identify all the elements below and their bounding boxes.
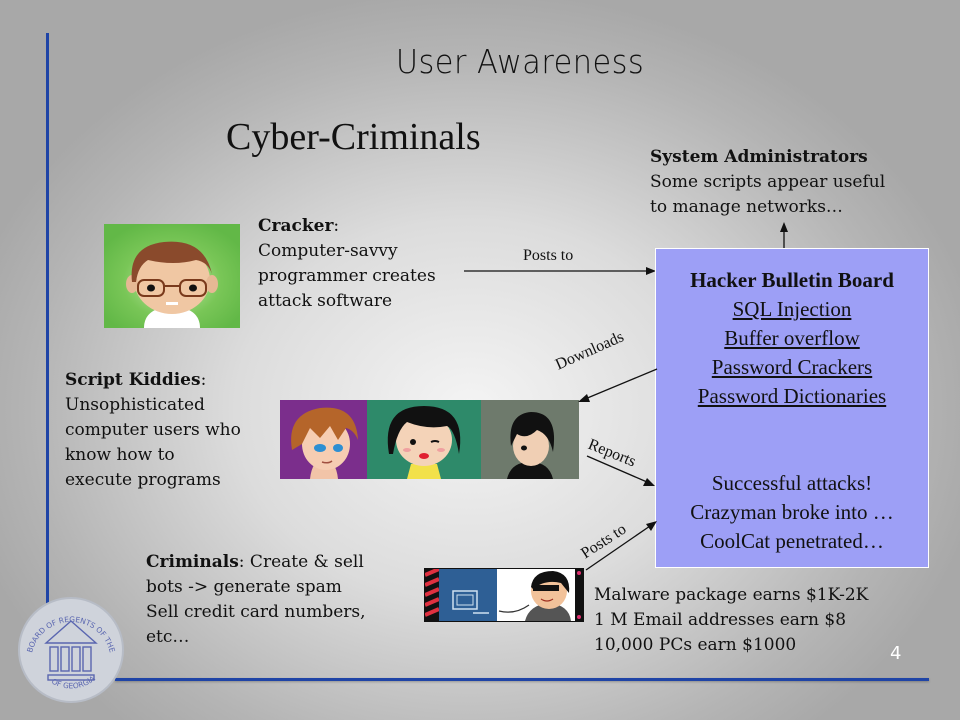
left-accent-line (46, 33, 49, 633)
cracker-heading: Cracker (258, 216, 334, 236)
kiddie-avatar-image (280, 400, 367, 479)
kiddies-line: Unsophisticated (65, 395, 205, 415)
cracker-text: Cracker: Computer-savvy programmer creat… (258, 214, 436, 314)
criminals-line: Sell credit card numbers, (146, 602, 366, 622)
downloads-arrow (578, 368, 658, 402)
kiddies-line: execute programs (65, 470, 221, 490)
earnings-line: 10,000 PCs earn $1000 (594, 635, 797, 655)
criminal-posts-arrow (585, 521, 657, 571)
board-heading: Hacker Bulletin Board (690, 268, 894, 292)
board-link-password-dictionaries[interactable]: Password Dictionaries (656, 382, 928, 411)
criminal-hacker-image (424, 568, 584, 622)
slide-title: User Awareness (395, 42, 645, 81)
cracker-line: Computer-savvy (258, 241, 398, 261)
board-line: Successful attacks! (711, 471, 873, 495)
criminals-heading: Criminals (146, 552, 239, 572)
bottom-accent-line (115, 678, 929, 681)
criminals-text: Criminals: Create & sell bots -> generat… (146, 550, 366, 650)
reports-arrow (586, 455, 655, 486)
kiddie-avatar-image (481, 400, 579, 479)
script-kiddies-text: Script Kiddies: Unsophisticated computer… (65, 368, 241, 493)
kiddies-colon: : (200, 370, 207, 390)
cracker-colon: : (333, 216, 340, 236)
cracker-avatar-image (104, 224, 240, 328)
board-link-buffer-overflow[interactable]: Buffer overflow (656, 324, 928, 353)
criminals-line: Create & sell (244, 552, 364, 572)
board-link-sql-injection[interactable]: SQL Injection (656, 295, 928, 324)
board-link-password-crackers[interactable]: Password Crackers (656, 353, 928, 382)
earnings-text: Malware package earns $1K-2K 1 M Email a… (594, 583, 868, 658)
board-to-sysadmin-arrow (780, 222, 788, 250)
slide-subtitle: Cyber-Criminals (226, 116, 481, 158)
earnings-line: 1 M Email addresses earn $8 (594, 610, 847, 630)
sysadmin-heading: System Administrators (650, 147, 868, 167)
board-line: Crazyman broke into … (690, 500, 894, 524)
cracker-line: programmer creates (258, 266, 436, 286)
cracker-posts-label: Posts to (523, 247, 574, 264)
hacker-bulletin-board: Hacker Bulletin Board SQL Injection Buff… (655, 248, 929, 568)
criminals-line: etc… (146, 627, 190, 647)
kiddies-heading: Script Kiddies (65, 370, 201, 390)
sysadmin-text: System Administrators Some scripts appea… (650, 145, 885, 220)
cracker-line: attack software (258, 291, 393, 311)
sysadmin-line: Some scripts appear useful (650, 172, 886, 192)
board-line: CoolCat penetrated… (700, 529, 884, 553)
university-seal-logo: BOARD OF REGENTS OF THE UNIVERSITY SYSTE… (16, 595, 126, 705)
page-number: 4 (890, 643, 902, 664)
kiddies-line: know how to (65, 445, 175, 465)
kiddie-avatar-image (367, 400, 481, 479)
criminals-line: bots -> generate spam (146, 577, 342, 597)
kiddies-line: computer users who (65, 420, 241, 440)
sysadmin-line: to manage networks… (650, 197, 843, 217)
cracker-posts-arrow (464, 267, 656, 275)
earnings-line: Malware package earns $1K-2K (594, 585, 869, 605)
